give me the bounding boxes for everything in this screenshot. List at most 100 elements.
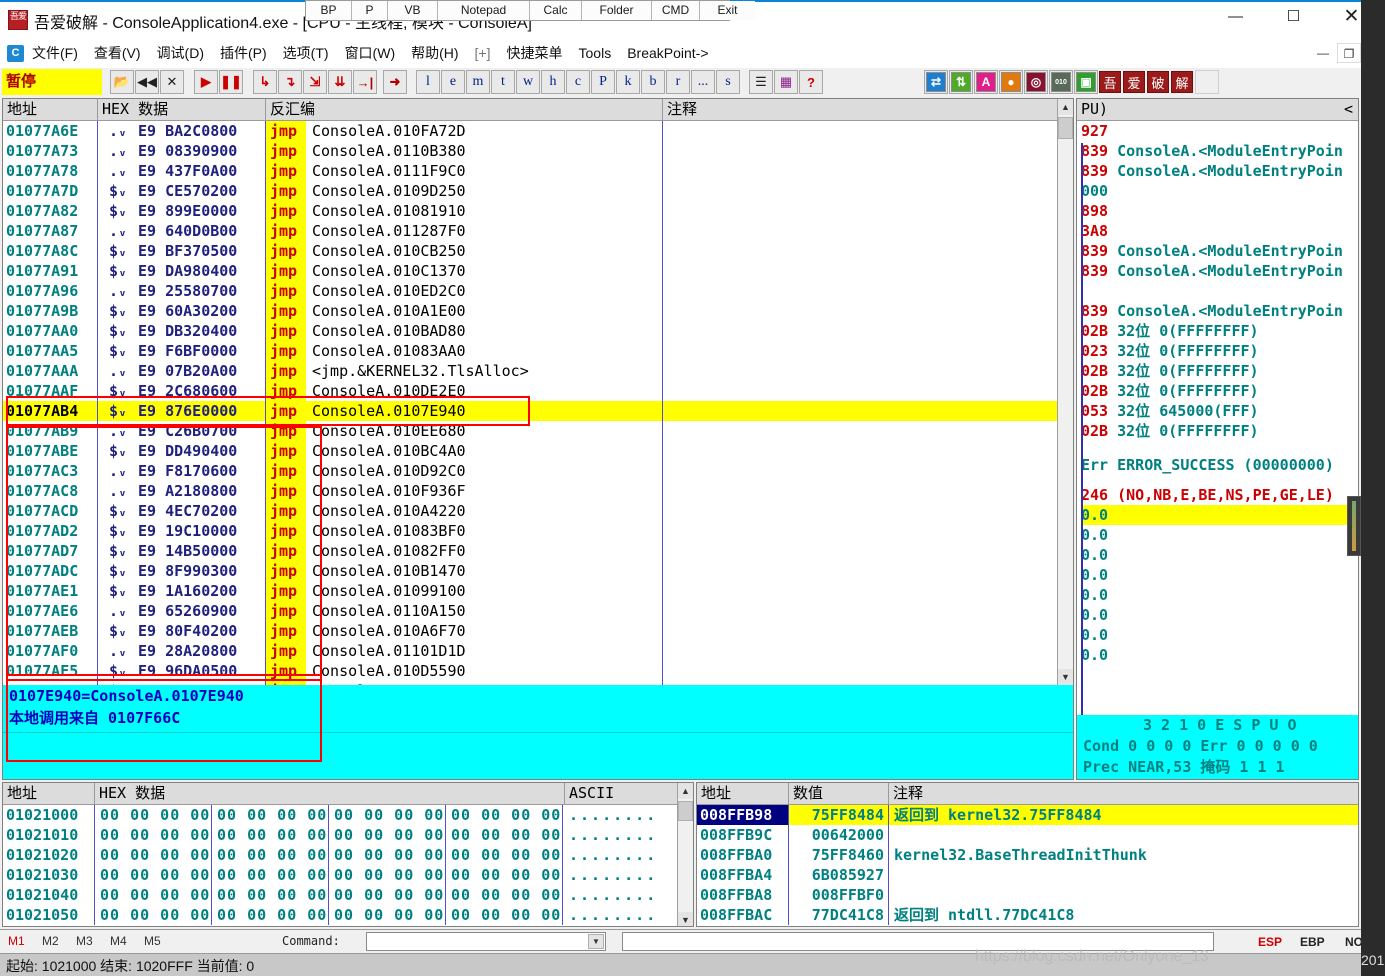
fpu-st-line[interactable]: 0.0 xyxy=(1081,585,1358,605)
goto-icon[interactable]: ➜ xyxy=(383,70,407,94)
register-line[interactable]: 927 xyxy=(1081,121,1358,141)
stack-col-value[interactable]: 数值 xyxy=(789,783,889,805)
bp-toolbar-button-bp[interactable]: BP xyxy=(306,1,352,20)
disassembly-row[interactable]: 01077A6E .ᵥ E9 BA2C0800 jmp ConsoleA.010FA72… xyxy=(3,121,1073,141)
toolbar-button-w[interactable]: w xyxy=(516,70,540,94)
memory-dump-pane[interactable]: 地址 HEX 数据 ASCII 01021000 00 00 00 00 00 00… xyxy=(2,782,694,927)
disassembly-row[interactable]: 01077AC8 .ᵥ E9 A2180800 jmp ConsoleA.010F936… xyxy=(3,481,1073,501)
register-line[interactable]: 839 ConsoleA.<ModuleEntryPoin xyxy=(1081,141,1358,161)
stack-row[interactable]: 008FFBA0 75FF8460 kernel32.BaseThreadInitT… xyxy=(697,845,1358,865)
disassembly-row[interactable]: 01077ACD $ᵥ E9 4EC70200 jmp ConsoleA.010A422… xyxy=(3,501,1073,521)
dump-scroll-down-icon[interactable]: ▼ xyxy=(678,912,693,926)
toolbar-empty-button[interactable] xyxy=(1195,70,1219,94)
restart-icon[interactable]: ◀◀ xyxy=(135,70,159,94)
stack-col-address[interactable]: 地址 xyxy=(697,783,789,805)
disassembly-row[interactable]: 01077AA0 $ᵥ E9 DB320400 jmp ConsoleA.010BAD8… xyxy=(3,321,1073,341)
menu-item-2[interactable]: 调试(D) xyxy=(149,39,212,67)
swap-icon[interactable]: ⇄ xyxy=(924,70,948,94)
run-icon[interactable]: ▶ xyxy=(194,70,218,94)
col-header-disasm[interactable]: 反汇编 xyxy=(266,99,663,121)
mdi-restore-button[interactable]: ❐ xyxy=(1337,43,1361,63)
disassembly-row[interactable]: 01077AE1 $ᵥ E9 1A160200 jmp ConsoleA.0109910… xyxy=(3,581,1073,601)
disassembly-row[interactable]: 01077A87 .ᵥ E9 640D0B00 jmp ConsoleA.011287F… xyxy=(3,221,1073,241)
stack-row[interactable]: 008FFB98 75FF8484 返回到 kernel32.75FF8484 xyxy=(697,805,1358,825)
register-tag-esp[interactable]: ESP xyxy=(1258,935,1282,949)
fpu-st-line[interactable]: 0.0 xyxy=(1081,505,1358,525)
trace-over-icon[interactable]: ⇊ xyxy=(328,70,352,94)
scroll-down-icon[interactable]: ▼ xyxy=(1058,669,1073,685)
disassembly-row[interactable]: 01077AEB $ᵥ E9 80F40200 jmp ConsoleA.010A6F7… xyxy=(3,621,1073,641)
binary-icon[interactable]: 010 xyxy=(1049,70,1073,94)
disassembly-row[interactable]: 01077AE6 .ᵥ E9 65260900 jmp ConsoleA.0110A15… xyxy=(3,601,1073,621)
bp-toolbar-button-exit[interactable]: Exit xyxy=(700,1,755,20)
bp-toolbar-button-vb[interactable]: VB xyxy=(388,1,438,20)
disassembly-row[interactable]: 01077AB4 $ᵥ E9 876E0000 jmp ConsoleA.0107E94… xyxy=(3,401,1073,421)
memory-button-m3[interactable]: M3 xyxy=(76,934,93,948)
updown-icon[interactable]: ⇅ xyxy=(949,70,973,94)
step-over-icon[interactable]: ↴ xyxy=(278,70,302,94)
toolbar-button-c[interactable]: c xyxy=(566,70,590,94)
stack-row[interactable]: 008FFBAC 77DC41C8 返回到 ntdll.77DC41C8 xyxy=(697,905,1358,925)
dump-row[interactable]: 01021040 00 00 00 00 00 00 00 00 00 00 00 0… xyxy=(3,885,693,905)
disassembly-row[interactable]: 01077A82 $ᵥ E9 899E0000 jmp ConsoleA.0108191… xyxy=(3,201,1073,221)
fpu-st-line[interactable]: 0.0 xyxy=(1081,525,1358,545)
disassembly-row[interactable]: 01077A7D $ᵥ E9 CE570200 jmp ConsoleA.0109D25… xyxy=(3,181,1073,201)
bp-toolbar-button-notepad[interactable]: Notepad xyxy=(438,1,530,20)
disassembly-row[interactable]: 01077A8C $ᵥ E9 BF370500 jmp ConsoleA.010CB25… xyxy=(3,241,1073,261)
menu-item-1[interactable]: 查看(V) xyxy=(86,39,149,67)
dump-row[interactable]: 01021000 00 00 00 00 00 00 00 00 00 00 00 0… xyxy=(3,805,693,825)
disassembly-row[interactable]: 01077ADC $ᵥ E9 8F990300 jmp ConsoleA.010B147… xyxy=(3,561,1073,581)
disassembly-row[interactable]: 01077AF5 $ᵥ E9 96DA0500 jmp ConsoleA.010D559… xyxy=(3,661,1073,681)
register-line[interactable]: 000 xyxy=(1081,181,1358,201)
brand-icon-爱[interactable]: 爱 xyxy=(1123,71,1145,93)
bp-toolbar-button-folder[interactable]: Folder xyxy=(582,1,652,20)
toolbar-button-l[interactable]: l xyxy=(416,70,440,94)
register-line[interactable] xyxy=(1081,281,1358,301)
mdi-minimize-button[interactable]: — xyxy=(1311,43,1335,63)
options-list-icon[interactable]: ☰ xyxy=(749,70,773,94)
toolbar-button-more[interactable]: ... xyxy=(691,70,715,94)
col-header-address[interactable]: 地址 xyxy=(3,99,98,121)
toolbar-button-e[interactable]: e xyxy=(441,70,465,94)
brand-icon-解[interactable]: 解 xyxy=(1171,71,1193,93)
dump-scroll-up-icon[interactable]: ▲ xyxy=(678,783,693,799)
stack-row[interactable]: 008FFBA8 008FFBF0 xyxy=(697,885,1358,905)
trace-into-icon[interactable]: ⇲ xyxy=(303,70,327,94)
fpu-st-line[interactable]: 0.0 xyxy=(1081,545,1358,565)
menu-item-3[interactable]: 插件(P) xyxy=(212,39,275,67)
fpu-st-line[interactable]: 0.0 xyxy=(1081,625,1358,645)
dump-scrollbar[interactable]: ▲ ▼ xyxy=(677,783,693,926)
disassembly-scrollbar[interactable]: ▲ ▼ xyxy=(1057,99,1073,685)
open-file-icon[interactable]: 📂 xyxy=(110,70,134,94)
dump-scroll-thumb[interactable] xyxy=(678,801,693,821)
memory-button-m1[interactable]: M1 xyxy=(8,934,25,948)
command-input-wrapper[interactable]: ▼ xyxy=(366,932,606,951)
toolbar-button-m[interactable]: m xyxy=(466,70,490,94)
scroll-up-icon[interactable]: ▲ xyxy=(1058,99,1073,115)
registers-pane[interactable]: PU) < 927 839 ConsoleA.<ModuleEntryPoin 83… xyxy=(1076,98,1359,780)
segment-register-line[interactable]: 02B 32位 0(FFFFFFFF) xyxy=(1081,361,1358,381)
overlay-slider[interactable] xyxy=(1347,496,1361,556)
memory-button-m5[interactable]: M5 xyxy=(144,934,161,948)
disassembly-row[interactable]: 01077A9B $ᵥ E9 60A30200 jmp ConsoleA.010A1E0… xyxy=(3,301,1073,321)
menu-item-10[interactable]: BreakPoint-> xyxy=(619,39,716,67)
registers-chevron-icon[interactable]: < xyxy=(1344,99,1353,120)
analyze-icon[interactable]: A xyxy=(974,70,998,94)
brand-icon-吾[interactable]: 吾 xyxy=(1099,71,1121,93)
memory-button-m2[interactable]: M2 xyxy=(42,934,59,948)
scroll-thumb[interactable] xyxy=(1058,117,1073,139)
pattern-icon[interactable]: ▦ xyxy=(774,70,798,94)
segment-register-line[interactable]: 023 32位 0(FFFFFFFF) xyxy=(1081,341,1358,361)
disassembly-row[interactable]: 01077AD7 $ᵥ E9 14B50000 jmp ConsoleA.01082FF… xyxy=(3,541,1073,561)
bp-toolbar-button-p[interactable]: P xyxy=(352,1,388,20)
disassembly-row[interactable]: 01077AAA .ᵥ E9 07B20A00 jmp <jmp.&KERNEL32.T… xyxy=(3,361,1073,381)
fpu-st-line[interactable]: 0.0 xyxy=(1081,605,1358,625)
dump-row[interactable]: 01021020 00 00 00 00 00 00 00 00 00 00 00 0… xyxy=(3,845,693,865)
segment-register-line[interactable]: 02B 32位 0(FFFFFFFF) xyxy=(1081,421,1358,441)
toolbar-button-r[interactable]: r xyxy=(666,70,690,94)
disassembly-row[interactable]: 01077AB9 .ᵥ E9 C26B0700 jmp ConsoleA.010EE68… xyxy=(3,421,1073,441)
menu-item-5[interactable]: 窗口(W) xyxy=(337,39,404,67)
col-header-comment[interactable]: 注释 xyxy=(663,99,1072,121)
fpu-st-line[interactable]: 0.0 xyxy=(1081,645,1358,665)
toolbar-button-h[interactable]: h xyxy=(541,70,565,94)
